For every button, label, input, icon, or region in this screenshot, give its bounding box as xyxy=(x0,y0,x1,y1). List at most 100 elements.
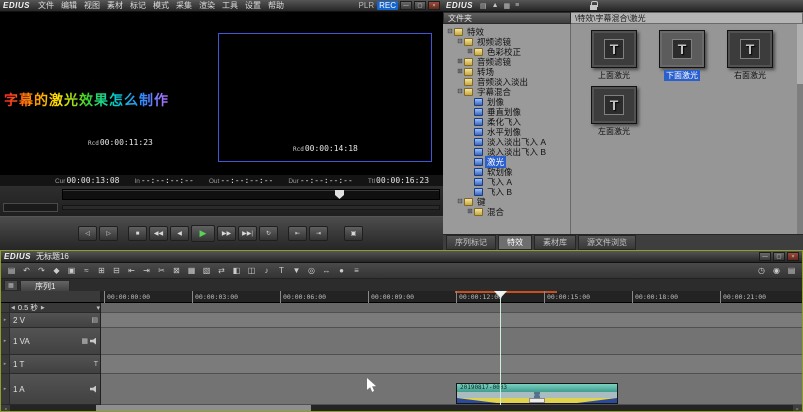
close-button[interactable]: × xyxy=(428,1,440,10)
timeline-clip[interactable]: 20190817-0003 xyxy=(456,383,618,404)
video-layer-icon[interactable]: ▤ xyxy=(91,316,98,324)
go-to-in-button[interactable]: ⇤ xyxy=(288,226,307,241)
menu-icon[interactable]: ≡ xyxy=(350,264,363,277)
plr-mode-button[interactable]: PLR xyxy=(357,1,377,10)
track-expand-icon[interactable]: ▸ xyxy=(1,328,10,354)
marker-icon[interactable]: ▼ xyxy=(290,264,303,277)
scroll-right-icon[interactable]: ▸ xyxy=(793,405,802,411)
transition-icon[interactable]: ◫ xyxy=(245,264,258,277)
maximize-button[interactable]: ▢ xyxy=(773,252,785,261)
position-bar[interactable] xyxy=(62,189,440,200)
menu-help[interactable]: 帮助 xyxy=(265,0,287,11)
redo-icon[interactable]: ↷ xyxy=(35,264,48,277)
timescale-dropdown-icon[interactable]: ▾ xyxy=(96,304,100,312)
menu-mode[interactable]: 模式 xyxy=(150,0,172,11)
expander-icon[interactable]: ⊞ xyxy=(466,208,474,216)
expander-icon[interactable]: ⊟ xyxy=(456,198,464,206)
effect-item-right-laser[interactable]: T 右面激光 xyxy=(719,30,781,81)
track-header-1a[interactable]: ▸ 1 A xyxy=(1,374,100,405)
minimize-button[interactable]: — xyxy=(400,1,412,10)
tree-item-audio-filters[interactable]: ⊞音频滤镜 xyxy=(443,57,570,67)
expander-icon[interactable]: ⊞ xyxy=(466,48,474,56)
speaker-icon[interactable] xyxy=(90,338,98,345)
playhead-line[interactable] xyxy=(500,291,501,405)
stop-button[interactable]: ■ xyxy=(128,226,147,241)
timeline-tracks-area[interactable]: 20190817-0003 xyxy=(101,303,802,405)
shuttle-bar[interactable] xyxy=(62,205,440,210)
jog-back-button[interactable]: ◁ xyxy=(78,226,97,241)
go-to-out-button[interactable]: ⇥ xyxy=(309,226,328,241)
rec-mode-button[interactable]: REC xyxy=(377,1,398,10)
tree-item-key[interactable]: ⊟键 xyxy=(443,197,570,207)
record-icon[interactable]: ● xyxy=(335,264,348,277)
track-header-1va[interactable]: ▸ 1 VA ▦ xyxy=(1,328,100,355)
effects-grid-scrollbar[interactable] xyxy=(797,24,803,234)
large-icon-view-icon[interactable]: ▦ xyxy=(502,2,513,10)
lock-icon[interactable] xyxy=(590,1,597,10)
minimize-button[interactable]: — xyxy=(759,252,771,261)
effect-thumbnail[interactable]: T xyxy=(727,30,773,68)
tree-item-fade-fly-in-b[interactable]: 淡入淡出飞入 B xyxy=(443,147,570,157)
expander-icon[interactable]: ⊟ xyxy=(456,38,464,46)
effect-item-top-laser[interactable]: T 上面激光 xyxy=(583,30,645,81)
scroll-left-icon[interactable]: ◂ xyxy=(1,405,10,411)
loop-button[interactable]: ↻ xyxy=(259,226,278,241)
timescale-increase-icon[interactable]: ▶ xyxy=(40,305,46,311)
list-view-icon[interactable]: ≡ xyxy=(513,2,521,9)
zoom-icon[interactable]: ↔ xyxy=(320,264,333,277)
menu-settings[interactable]: 设置 xyxy=(242,0,264,11)
expander-icon[interactable]: ⊟ xyxy=(456,88,464,96)
tree-item-fly-in-b[interactable]: 飞入 B xyxy=(443,187,570,197)
copy-icon[interactable]: ▦ xyxy=(185,264,198,277)
title-track-icon[interactable]: T xyxy=(94,361,98,368)
track-lane-1t[interactable] xyxy=(101,355,802,374)
speaker-icon[interactable] xyxy=(90,386,98,393)
rewind-button[interactable]: ◀◀ xyxy=(149,226,168,241)
menu-capture[interactable]: 采集 xyxy=(173,0,195,11)
track-header-1t[interactable]: ▸ 1 T T xyxy=(1,355,100,374)
close-button[interactable]: × xyxy=(787,252,799,261)
fast-forward-button[interactable]: ▶▶ xyxy=(217,226,236,241)
menu-tools[interactable]: 工具 xyxy=(219,0,241,11)
tab-effects[interactable]: 特效 xyxy=(498,235,532,250)
timeline-ruler[interactable]: 00:00:00:00 00:00:03:00 00:00:06:00 00:0… xyxy=(1,291,802,303)
menu-edit[interactable]: 编辑 xyxy=(58,0,80,11)
frame-back-button[interactable]: ◀ xyxy=(170,226,189,241)
track-mode-icon[interactable]: ▣ xyxy=(65,264,78,277)
tab-sequence-marker[interactable]: 序列标记 xyxy=(446,235,496,250)
tree-item-blend[interactable]: ⊞混合 xyxy=(443,207,570,217)
play-button[interactable]: ▶ xyxy=(191,225,215,242)
effect-item-bottom-laser[interactable]: T 下面激光 xyxy=(651,30,713,81)
match-frame-icon[interactable]: ◎ xyxy=(305,264,318,277)
expander-icon[interactable]: ⊞ xyxy=(456,68,464,76)
track-expand-icon[interactable]: ▸ xyxy=(1,313,10,327)
set-in-icon[interactable]: ⇤ xyxy=(125,264,138,277)
export-button[interactable]: ▣ xyxy=(344,226,363,241)
undo-icon[interactable]: ↶ xyxy=(20,264,33,277)
menu-marker[interactable]: 标记 xyxy=(127,0,149,11)
maximize-button[interactable]: ▢ xyxy=(414,1,426,10)
ripple-mode-icon[interactable]: ≈ xyxy=(80,264,93,277)
save-icon[interactable]: ▤ xyxy=(5,264,18,277)
timeline-hscrollbar[interactable]: ◂ ▸ xyxy=(1,405,802,411)
panel-list-icon[interactable]: ▤ xyxy=(785,264,798,277)
point-mode-icon[interactable]: ◆ xyxy=(50,264,63,277)
effect-thumbnail[interactable]: T xyxy=(591,30,637,68)
insert-mode-icon[interactable]: ⊞ xyxy=(95,264,108,277)
expander-icon[interactable]: ⊟ xyxy=(446,28,454,36)
add-cut-icon[interactable]: ✂ xyxy=(155,264,168,277)
jog-forward-button[interactable]: ▷ xyxy=(99,226,118,241)
title-tool-icon[interactable]: T xyxy=(275,264,288,277)
scrollbar-thumb[interactable] xyxy=(797,24,803,84)
track-expand-icon[interactable]: ▸ xyxy=(1,355,10,373)
video-layer-icon[interactable]: ▦ xyxy=(81,337,88,345)
overwrite-mode-icon[interactable]: ⊟ xyxy=(110,264,123,277)
menu-clip[interactable]: 素材 xyxy=(104,0,126,11)
delete-icon[interactable]: ⊠ xyxy=(170,264,183,277)
track-lane-2v[interactable] xyxy=(101,313,802,328)
expander-icon[interactable]: ⊞ xyxy=(456,58,464,66)
sequence-icon[interactable]: ▦ xyxy=(4,280,18,291)
scrollbar-thumb[interactable] xyxy=(96,405,311,411)
render-icon[interactable]: ◉ xyxy=(770,264,783,277)
tab-sequence-1[interactable]: 序列1 xyxy=(20,280,70,291)
